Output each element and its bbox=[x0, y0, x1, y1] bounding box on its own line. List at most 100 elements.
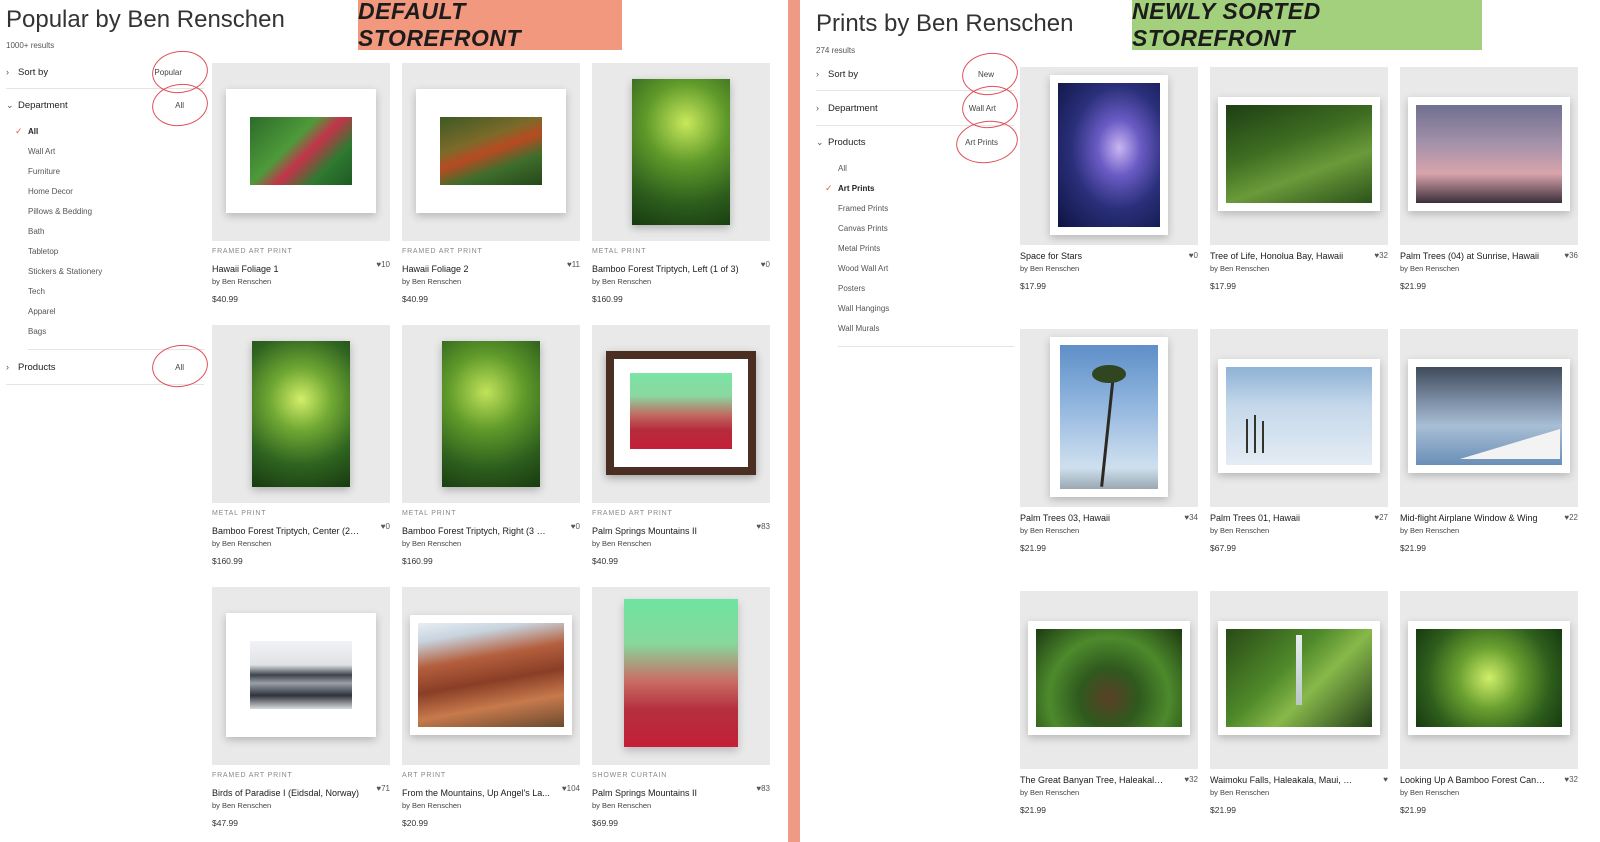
product-price: $40.99 bbox=[592, 556, 618, 566]
products-filter[interactable]: › Products All bbox=[6, 341, 211, 391]
product-author: by Ben Renschen bbox=[592, 801, 652, 810]
product-name[interactable]: The Great Banyan Tree, Haleakala, M... bbox=[1020, 775, 1168, 785]
page-title: Popular by Ben Renschen bbox=[6, 6, 285, 33]
product-name[interactable]: Palm Springs Mountains II bbox=[592, 788, 740, 798]
product-thumbnail[interactable] bbox=[212, 63, 390, 241]
product-price: $160.99 bbox=[402, 556, 433, 566]
product-name[interactable]: Bamboo Forest Triptych, Center (2 of... bbox=[212, 526, 360, 536]
checkmark-icon: ✓ bbox=[15, 125, 23, 136]
department-item-pillows-bedding[interactable]: Pillows & Bedding bbox=[28, 201, 204, 221]
product-name[interactable]: Palm Trees (04) at Sunrise, Hawaii bbox=[1400, 251, 1548, 261]
heart-icon[interactable]: ♥104 bbox=[562, 784, 580, 793]
product-name[interactable]: Waimoku Falls, Haleakala, Maui, Hawai... bbox=[1210, 775, 1358, 785]
heart-icon[interactable]: ♥ bbox=[1383, 775, 1388, 784]
product-name[interactable]: Bamboo Forest Triptych, Right (3 of 3) bbox=[402, 526, 550, 536]
sort-by-filter[interactable]: › Sort by Popular bbox=[6, 47, 211, 97]
product-name[interactable]: Bamboo Forest Triptych, Left (1 of 3) bbox=[592, 264, 740, 274]
department-list: ✓ All Wall Art Furniture Home Decor Pill… bbox=[15, 121, 204, 350]
heart-icon[interactable]: ♥36 bbox=[1564, 251, 1578, 260]
heart-icon[interactable]: ♥83 bbox=[756, 784, 770, 793]
department-item-bags[interactable]: Bags bbox=[28, 321, 204, 341]
product-thumbnail[interactable] bbox=[1400, 67, 1578, 245]
products-item-all[interactable]: All bbox=[838, 158, 1014, 178]
product-card: ART PRINT From the Mountains, Up Angel's… bbox=[402, 587, 580, 842]
department-item-apparel[interactable]: Apparel bbox=[28, 301, 204, 321]
product-name[interactable]: Palm Trees 01, Hawaii bbox=[1210, 513, 1358, 523]
heart-icon[interactable]: ♥83 bbox=[756, 522, 770, 531]
heart-icon[interactable]: ♥0 bbox=[381, 522, 390, 531]
product-name[interactable]: Palm Springs Mountains II bbox=[592, 526, 740, 536]
product-thumbnail[interactable] bbox=[212, 587, 390, 765]
product-thumbnail[interactable] bbox=[1400, 329, 1578, 507]
product-price: $21.99 bbox=[1210, 805, 1236, 815]
heart-icon[interactable]: ♥11 bbox=[567, 260, 580, 269]
heart-icon[interactable]: ♥0 bbox=[761, 260, 770, 269]
heart-icon[interactable]: ♥34 bbox=[1184, 513, 1198, 522]
product-author: by Ben Renschen bbox=[1400, 788, 1460, 797]
product-thumbnail[interactable] bbox=[592, 63, 770, 241]
heart-icon[interactable]: ♥71 bbox=[376, 784, 390, 793]
product-name[interactable]: Space for Stars bbox=[1020, 251, 1168, 261]
product-thumbnail[interactable] bbox=[212, 325, 390, 503]
product-name[interactable]: Palm Trees 03, Hawaii bbox=[1020, 513, 1168, 523]
product-thumbnail[interactable] bbox=[592, 325, 770, 503]
products-item-posters[interactable]: Posters bbox=[838, 278, 1014, 298]
products-filter[interactable]: ⌄ Products Art Prints bbox=[816, 116, 1021, 168]
product-price: $21.99 bbox=[1400, 543, 1426, 553]
product-thumbnail[interactable] bbox=[402, 325, 580, 503]
heart-icon[interactable]: ♥32 bbox=[1564, 775, 1578, 784]
heart-icon[interactable]: ♥27 bbox=[1374, 513, 1388, 522]
product-card: METAL PRINT Bamboo Forest Triptych, Righ… bbox=[402, 325, 580, 587]
department-filter[interactable]: ⌄ Department All bbox=[6, 80, 211, 130]
department-item-home-decor[interactable]: Home Decor bbox=[28, 181, 204, 201]
heart-icon[interactable]: ♥22 bbox=[1564, 513, 1578, 522]
product-thumbnail[interactable] bbox=[1020, 67, 1198, 245]
products-item-wall-murals[interactable]: Wall Murals bbox=[838, 318, 1014, 338]
department-item-stickers-stationery[interactable]: Stickers & Stationery bbox=[28, 261, 204, 281]
heart-icon[interactable]: ♥32 bbox=[1184, 775, 1198, 784]
storefront-banner: NEWLY SORTED STOREFRONT bbox=[1132, 0, 1482, 51]
product-type: FRAMED ART PRINT bbox=[212, 772, 293, 779]
product-thumbnail[interactable] bbox=[1210, 329, 1388, 507]
department-item-wall-art[interactable]: Wall Art bbox=[28, 141, 204, 161]
product-name[interactable]: Mid-flight Airplane Window & Wing bbox=[1400, 513, 1548, 523]
product-thumbnail[interactable] bbox=[402, 63, 580, 241]
product-thumbnail[interactable] bbox=[592, 587, 770, 765]
department-filter[interactable]: › Department Wall Art bbox=[816, 82, 1021, 132]
product-name[interactable]: Looking Up A Bamboo Forest Cano... bbox=[1400, 775, 1548, 785]
department-item-all[interactable]: ✓ All bbox=[15, 121, 204, 141]
heart-icon[interactable]: ♥32 bbox=[1374, 251, 1388, 260]
product-thumbnail[interactable] bbox=[1210, 67, 1388, 245]
sort-by-filter[interactable]: › Sort by New bbox=[816, 49, 1021, 99]
product-name[interactable]: Birds of Paradise I (Eidsdal, Norway) bbox=[212, 788, 360, 798]
product-thumbnail[interactable] bbox=[402, 587, 580, 765]
products-item-canvas-prints[interactable]: Canvas Prints bbox=[838, 218, 1014, 238]
product-card: FRAMED ART PRINT Palm Springs Mountains … bbox=[592, 325, 770, 587]
products-item-art-prints[interactable]: ✓ Art Prints bbox=[825, 178, 1014, 198]
product-name[interactable]: Hawaii Foliage 2 bbox=[402, 264, 550, 274]
product-price: $160.99 bbox=[592, 294, 623, 304]
department-item-tech[interactable]: Tech bbox=[28, 281, 204, 301]
product-thumbnail[interactable] bbox=[1020, 329, 1198, 507]
product-thumbnail[interactable] bbox=[1020, 591, 1198, 769]
product-thumbnail[interactable] bbox=[1210, 591, 1388, 769]
heart-icon[interactable]: ♥0 bbox=[1189, 251, 1198, 260]
products-item-framed-prints[interactable]: Framed Prints bbox=[838, 198, 1014, 218]
heart-icon[interactable]: ♥10 bbox=[376, 260, 390, 269]
department-item-bath[interactable]: Bath bbox=[28, 221, 204, 241]
filter-value: All bbox=[175, 100, 184, 110]
heart-icon[interactable]: ♥0 bbox=[571, 522, 580, 531]
product-name[interactable]: Tree of Life, Honolua Bay, Hawaii bbox=[1210, 251, 1358, 261]
product-thumbnail[interactable] bbox=[1400, 591, 1578, 769]
product-type: FRAMED ART PRINT bbox=[402, 248, 483, 255]
products-item-metal-prints[interactable]: Metal Prints bbox=[838, 238, 1014, 258]
products-item-wall-hangings[interactable]: Wall Hangings bbox=[838, 298, 1014, 318]
product-name[interactable]: Hawaii Foliage 1 bbox=[212, 264, 360, 274]
products-item-wood-wall-art[interactable]: Wood Wall Art bbox=[838, 258, 1014, 278]
product-author: by Ben Renschen bbox=[592, 539, 652, 548]
department-item-tabletop[interactable]: Tabletop bbox=[28, 241, 204, 261]
product-name[interactable]: From the Mountains, Up Angel's La... bbox=[402, 788, 550, 798]
department-item-furniture[interactable]: Furniture bbox=[28, 161, 204, 181]
product-price: $40.99 bbox=[402, 294, 428, 304]
product-type: SHOWER CURTAIN bbox=[592, 772, 668, 779]
